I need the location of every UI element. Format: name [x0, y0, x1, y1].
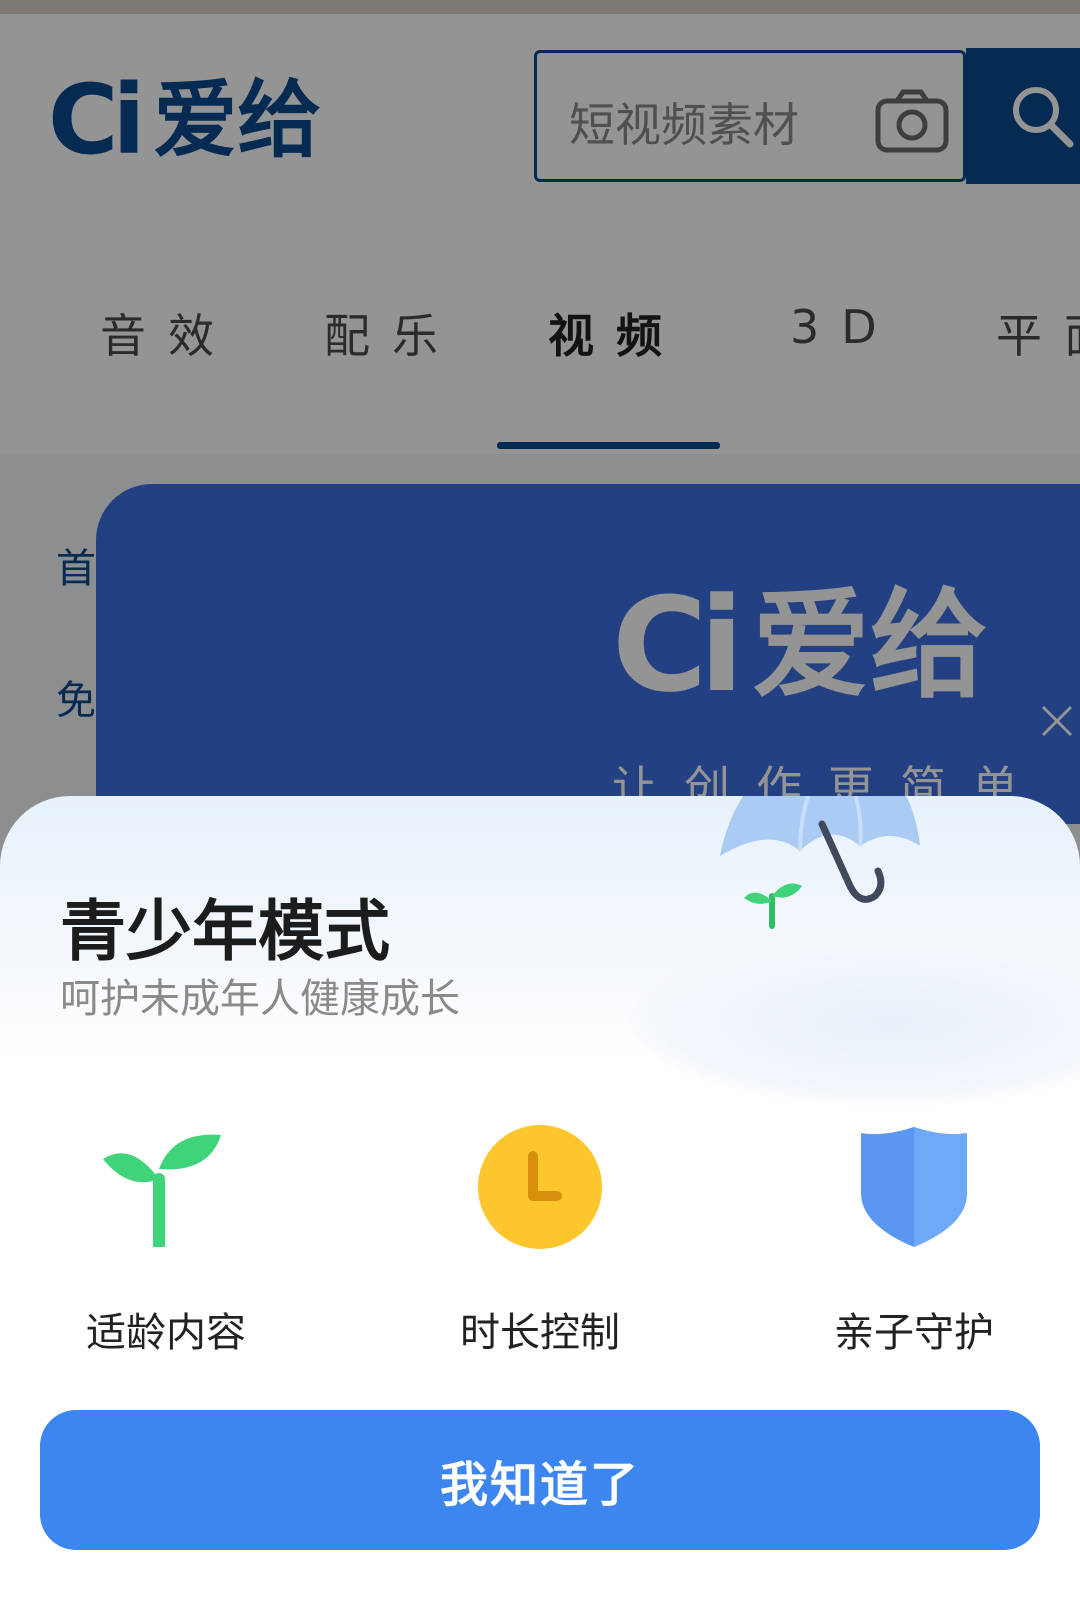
cloud-hill: [630, 936, 1080, 1106]
modal-title: 青少年模式: [60, 893, 390, 970]
feature-parental-guard: 亲子守护: [764, 1112, 1064, 1358]
clock-icon: [478, 1125, 602, 1249]
feature-label: 亲子守护: [834, 1310, 994, 1356]
sprout-icon: [103, 1134, 221, 1247]
shield-icon: [861, 1127, 967, 1247]
feature-age-appropriate: 适龄内容: [16, 1112, 316, 1358]
feature-label: 适龄内容: [86, 1310, 246, 1356]
feature-label: 时长控制: [460, 1310, 620, 1356]
feature-time-control: 时长控制: [390, 1112, 690, 1358]
modal-subtitle: 呵护未成年人健康成长: [60, 976, 460, 1022]
umbrella-icon: [720, 796, 920, 929]
confirm-button[interactable]: 我知道了: [40, 1410, 1040, 1550]
teen-mode-sheet: 青少年模式 呵护未成年人健康成长 适龄内容 时长控制 亲子守护 我知道了: [0, 796, 1080, 1613]
